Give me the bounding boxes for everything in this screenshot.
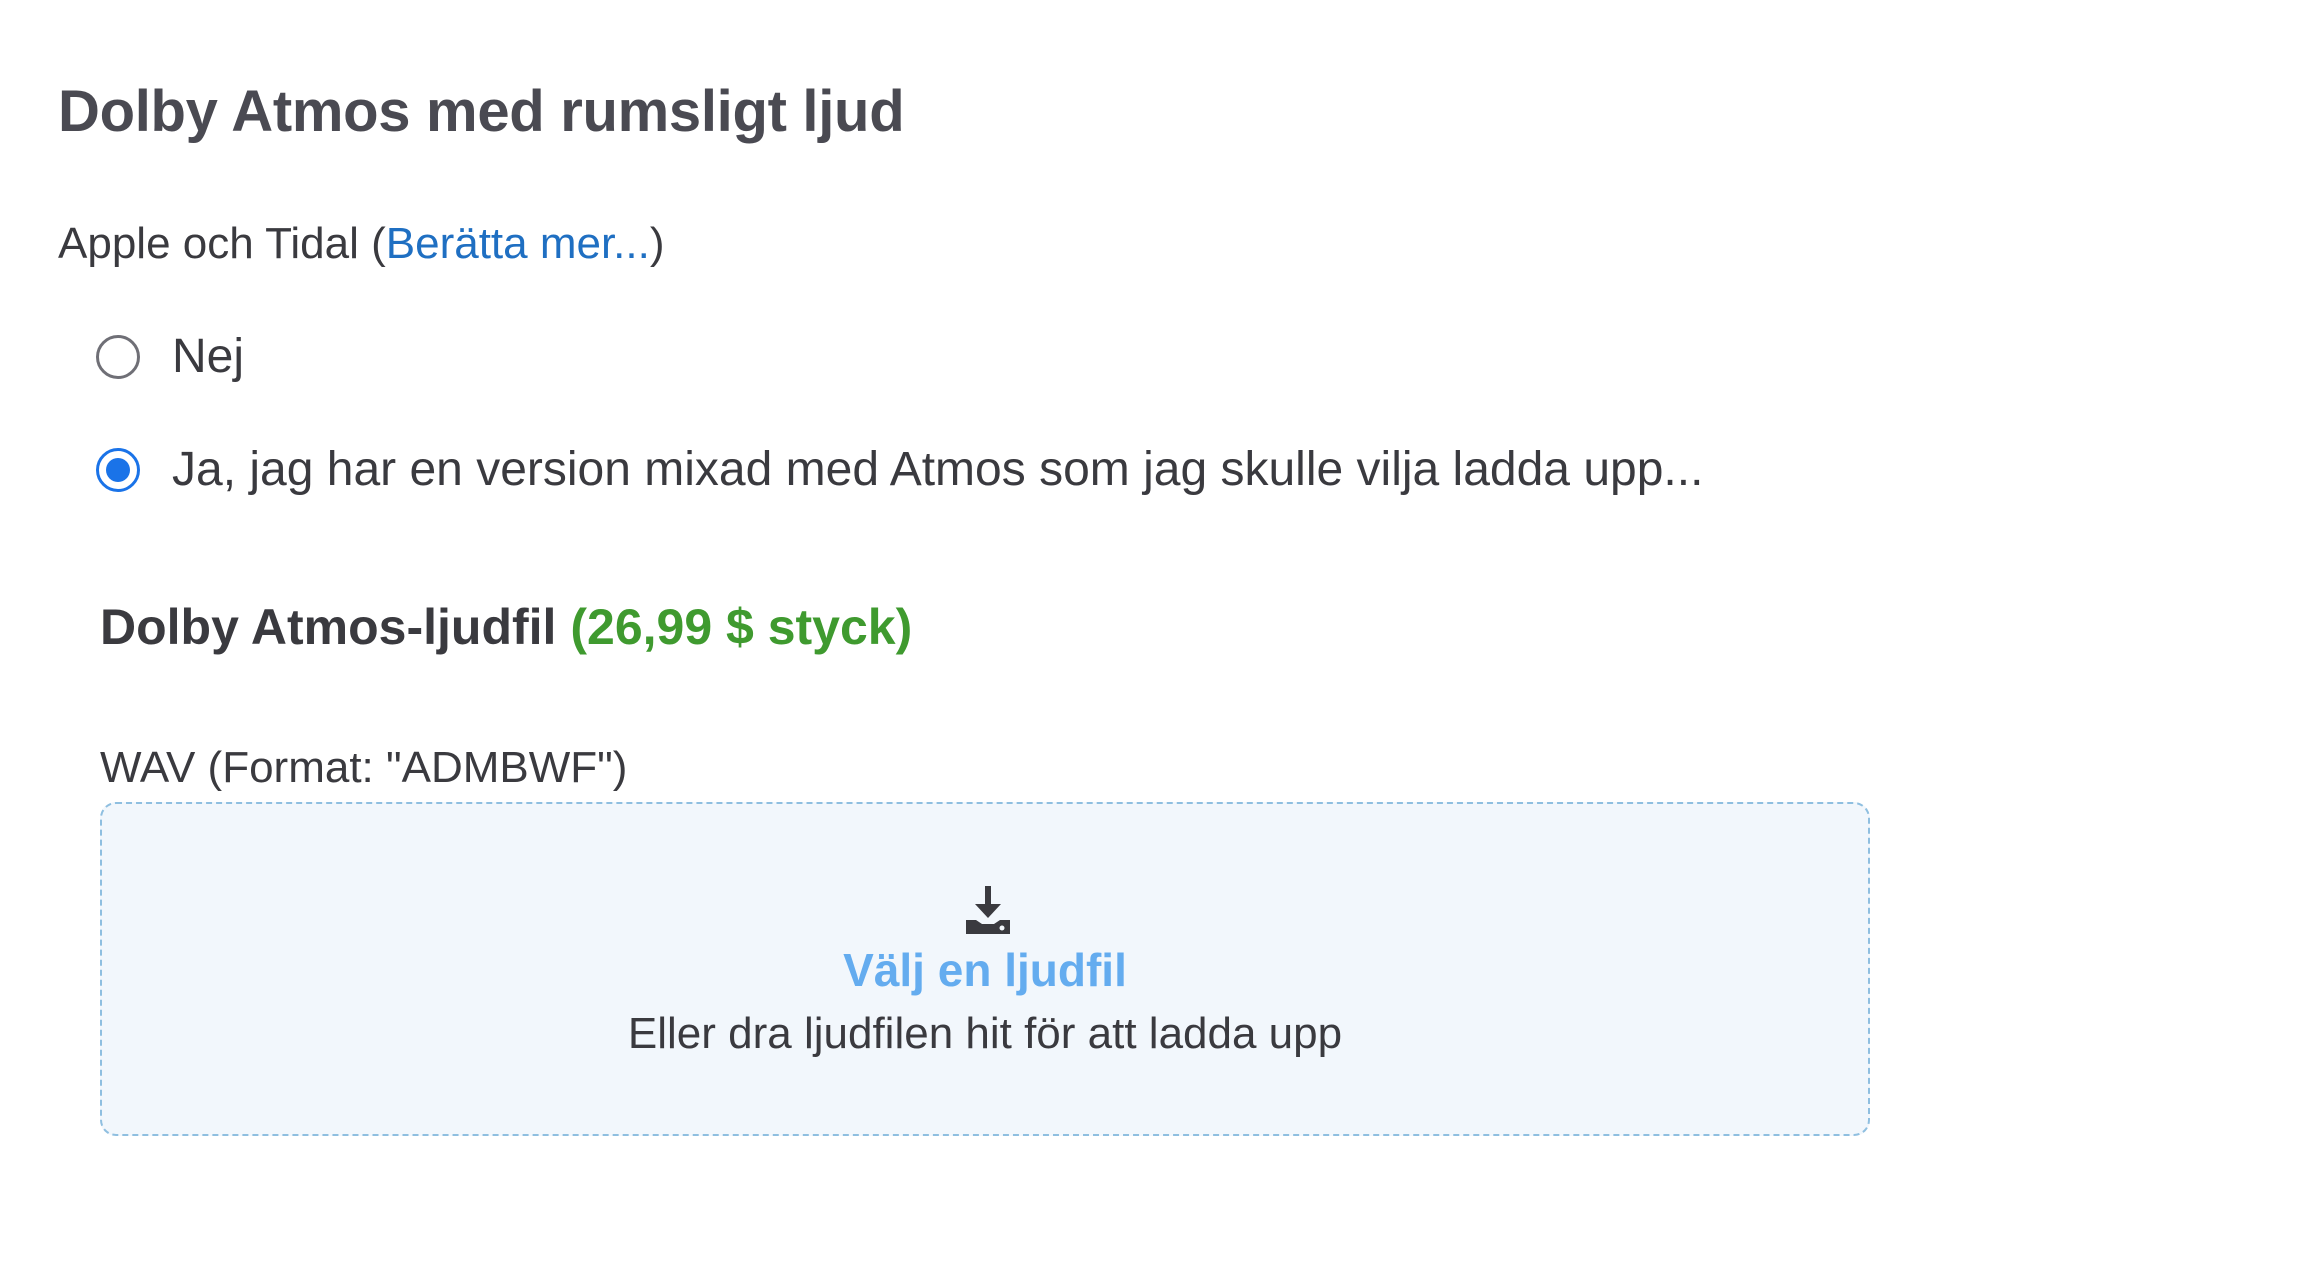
- platforms-line: Apple och Tidal (Berätta mer...): [58, 214, 665, 274]
- audio-file-dropzone[interactable]: Välj en ljudfil Eller dra ljudfilen hit …: [100, 802, 1870, 1136]
- product-name: Dolby Atmos-ljudfil: [100, 599, 557, 655]
- radio-button-no[interactable]: [96, 335, 140, 379]
- product-title: Dolby Atmos-ljudfil (26,99 $ styck): [100, 592, 912, 662]
- format-label: WAV (Format: "ADMBWF"): [100, 743, 628, 792]
- choose-audio-file-button[interactable]: Välj en ljudfil: [102, 940, 1868, 1000]
- download-icon: [966, 886, 1010, 934]
- platforms-prefix: Apple och Tidal (: [58, 219, 386, 268]
- radio-label-no: Nej: [172, 330, 245, 383]
- radio-button-yes[interactable]: [96, 448, 140, 492]
- learn-more-link[interactable]: Berätta mer...: [386, 219, 650, 268]
- product-price: (26,99 $ styck): [570, 599, 913, 655]
- platforms-suffix: ): [649, 219, 665, 268]
- section-title: Dolby Atmos med rumsligt ljud: [58, 79, 905, 144]
- radio-option-yes[interactable]: Ja, jag har en version mixad med Atmos s…: [96, 438, 1703, 502]
- atmos-upload-page: Dolby Atmos med rumsligt ljud Apple och …: [0, 0, 2318, 1274]
- drop-hint: Eller dra ljudfilen hit för att ladda up…: [627, 1009, 1343, 1058]
- radio-label-yes: Ja, jag har en version mixad med Atmos s…: [172, 443, 1704, 496]
- radio-option-no[interactable]: Nej: [96, 325, 244, 389]
